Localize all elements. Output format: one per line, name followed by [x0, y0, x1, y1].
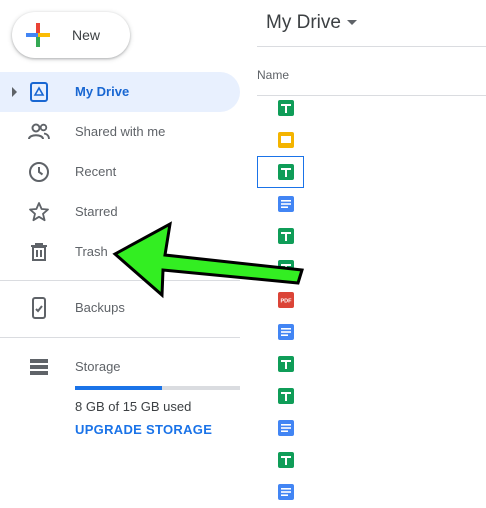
sheets-file-icon [278, 388, 294, 404]
file-row[interactable] [257, 188, 486, 220]
sidebar-item-label: Trash [75, 244, 108, 259]
new-button[interactable]: New [12, 12, 130, 58]
file-row[interactable] [257, 444, 486, 476]
pdf-file-icon: PDF [278, 292, 294, 308]
backups-icon [32, 297, 46, 319]
sheets-file-icon [278, 452, 294, 468]
sidebar-item-starred[interactable]: Starred [0, 192, 240, 232]
sidebar-item-recent[interactable]: Recent [0, 152, 240, 192]
sidebar-item-trash[interactable]: Trash [0, 232, 240, 272]
file-row[interactable] [257, 220, 486, 252]
sidebar-item-label: Backups [75, 300, 125, 315]
page-title[interactable]: My Drive [266, 12, 341, 34]
title-dropdown-icon[interactable] [347, 20, 357, 25]
sidebar-item-label: Storage [75, 359, 121, 374]
docs-file-icon [278, 420, 294, 436]
sidebar-item-label: My Drive [75, 84, 130, 99]
sidebar-item-shared-with-me[interactable]: Shared with me [0, 112, 240, 152]
sidebar-item-label: Shared with me [75, 124, 166, 139]
file-row[interactable] [257, 316, 486, 348]
sheets-file-icon [278, 356, 294, 372]
upgrade-storage-link[interactable]: UPGRADE STORAGE [75, 422, 212, 437]
sidebar-item-storage[interactable]: Storage [0, 347, 240, 387]
shared-with-me-icon [28, 123, 50, 140]
star-icon [29, 202, 49, 222]
header-divider [257, 46, 486, 47]
file-row[interactable] [257, 124, 486, 156]
file-row[interactable] [257, 156, 304, 188]
plus-icon [26, 23, 50, 47]
expand-caret-icon[interactable] [12, 87, 17, 97]
file-row[interactable] [257, 412, 486, 444]
sidebar-divider [0, 337, 240, 338]
slides-file-icon [278, 132, 294, 148]
file-row[interactable] [257, 92, 486, 124]
storage-progress-bar [75, 386, 240, 390]
sidebar-item-backups[interactable]: Backups [0, 288, 240, 328]
docs-file-icon [278, 196, 294, 212]
file-row[interactable] [257, 380, 486, 412]
sheets-file-icon [278, 260, 294, 276]
pdf-badge-text: PDF [281, 299, 293, 305]
file-row[interactable] [257, 252, 486, 284]
storage-icon [30, 359, 48, 375]
sidebar-item-label: Starred [75, 204, 118, 219]
clock-icon [29, 162, 49, 182]
new-button-label: New [72, 27, 101, 43]
file-row[interactable]: PDF [257, 284, 486, 316]
file-row[interactable] [257, 348, 486, 380]
sheets-file-icon [278, 228, 294, 244]
trash-icon [31, 243, 47, 261]
my-drive-icon [30, 82, 48, 102]
sheets-file-icon [278, 164, 294, 180]
sheets-file-icon [278, 100, 294, 116]
sidebar-item-label: Recent [75, 164, 117, 179]
storage-progress-fill [75, 386, 163, 390]
docs-file-icon [278, 324, 294, 340]
column-header-name[interactable]: Name [257, 68, 289, 82]
storage-used-text: 8 GB of 15 GB used [75, 399, 192, 414]
sidebar-item-my-drive[interactable]: My Drive [0, 72, 240, 112]
file-row[interactable] [257, 476, 486, 508]
sidebar-divider [0, 280, 240, 281]
docs-file-icon [278, 484, 294, 500]
